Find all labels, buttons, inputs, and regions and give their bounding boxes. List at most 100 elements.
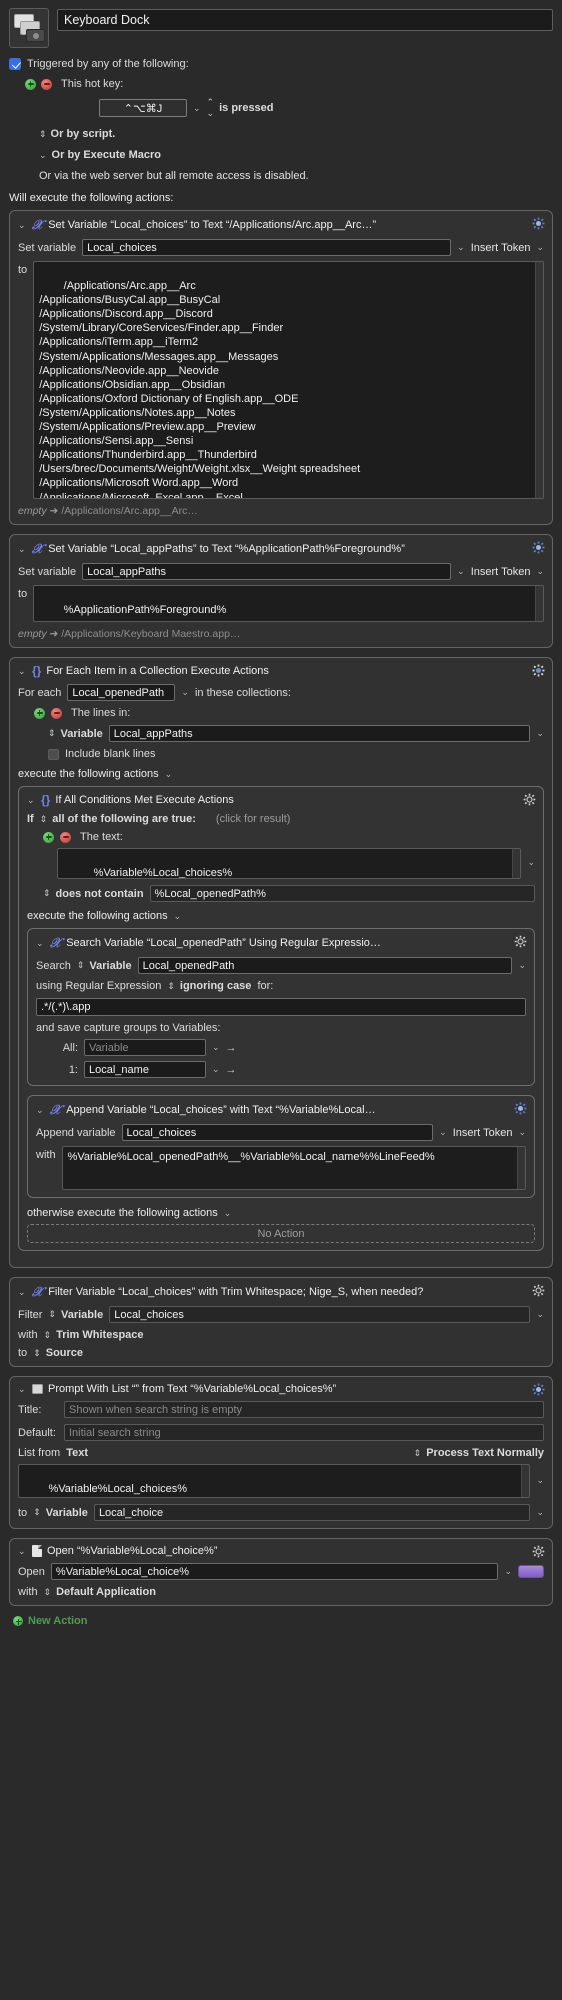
choices-textarea[interactable]: /Applications/Arc.app__Arc /Applications… — [33, 261, 544, 499]
prompt-to-kind-label[interactable]: Variable — [46, 1507, 88, 1519]
set-variable-name-input[interactable]: Local_choices — [82, 239, 452, 256]
add-condition-icon[interactable] — [43, 831, 54, 843]
insert-token-chevron-down-icon[interactable]: ⌄ — [536, 242, 544, 253]
include-blank-lines-row[interactable]: Include blank lines — [18, 748, 544, 760]
disclosure-chevron-icon[interactable]: ⌄ — [36, 1105, 45, 1116]
gear-icon[interactable] — [532, 217, 545, 230]
action-set-variable-local-apppaths[interactable]: ⌄ 𝒳 Set Variable “Local_appPaths” to Tex… — [9, 534, 553, 648]
condition-mode-stepper-icon[interactable]: ⇕ — [40, 814, 47, 825]
gear-icon[interactable] — [532, 1284, 545, 1297]
add-collection-icon[interactable] — [34, 707, 45, 719]
textarea-scrollbar[interactable] — [512, 849, 521, 878]
include-blank-lines-checkbox[interactable] — [48, 748, 59, 760]
action-set-variable-local-choices[interactable]: ⌄ 𝒳 Set Variable “Local_choices” to Text… — [9, 210, 553, 525]
action-append-variable[interactable]: ⌄ 𝒳 Append Variable “Local_choices” with… — [27, 1095, 535, 1198]
filter-variable-input[interactable]: Local_choices — [109, 1306, 531, 1323]
ignoring-case-label[interactable]: ignoring case — [180, 980, 252, 992]
disclosure-chevron-icon[interactable]: ⌄ — [18, 220, 27, 231]
macro-title-input[interactable]: Keyboard Dock — [57, 9, 553, 31]
prompt-title-input[interactable]: Shown when search string is empty — [64, 1401, 544, 1418]
hotkey-condition-stepper-icon[interactable]: ⌃ ⌄ — [207, 97, 214, 119]
hotkey-condition-label[interactable]: is pressed — [219, 102, 273, 114]
gear-icon[interactable] — [523, 793, 536, 806]
open-app-stepper-icon[interactable]: ⇕ — [44, 1587, 51, 1598]
remove-trigger-icon[interactable] — [41, 78, 52, 90]
disclosure-chevron-icon[interactable]: ⌄ — [27, 795, 36, 806]
apppaths-textarea[interactable]: %ApplicationPath%Foreground% — [33, 585, 544, 622]
source-kind-stepper-icon[interactable]: ⇕ — [48, 728, 55, 739]
capture-1-chevron-down-icon[interactable]: ⌄ — [212, 1064, 220, 1075]
gear-icon[interactable] — [532, 1383, 545, 1396]
hotkey-chevron-down-icon[interactable]: ⌄ — [193, 103, 201, 114]
ignoring-case-stepper-icon[interactable]: ⇕ — [167, 981, 174, 992]
condition-text-input[interactable]: %Variable%Local_choices% — [57, 848, 522, 879]
process-text-stepper-icon[interactable]: ⇕ — [414, 1448, 421, 1459]
condition-operand-input[interactable]: %Local_openedPath% — [149, 885, 535, 902]
variable-chevron-down-icon[interactable]: ⌄ — [457, 566, 465, 577]
script-stepper-icon[interactable]: ⇕ — [39, 129, 46, 140]
execute-chevron-down-icon[interactable]: ⌄ — [165, 769, 173, 780]
condition-operator-label[interactable]: does not contain — [56, 888, 144, 900]
action-for-each[interactable]: ⌄ {} For Each Item in a Collection Execu… — [9, 657, 553, 1268]
search-variable-chevron-down-icon[interactable]: ⌄ — [518, 960, 526, 971]
insert-token-button[interactable]: Insert Token — [471, 242, 531, 254]
add-trigger-icon[interactable] — [25, 78, 36, 90]
action-filter-variable[interactable]: ⌄ 𝒳 Filter Variable “Local_choices” with… — [9, 1277, 553, 1367]
capture-all-input[interactable]: Variable — [84, 1039, 206, 1056]
action-open[interactable]: ⌄ Open “%Variable%Local_choice%” Open %V… — [9, 1538, 553, 1606]
add-new-action-icon[interactable] — [13, 1616, 23, 1626]
no-action-placeholder[interactable]: No Action — [27, 1224, 535, 1243]
prompt-to-variable-chevron-down-icon[interactable]: ⌄ — [536, 1507, 544, 1518]
disclosure-chevron-icon[interactable]: ⌄ — [18, 666, 27, 677]
list-from-value[interactable]: Text — [66, 1447, 88, 1459]
open-app-label[interactable]: Default Application — [56, 1586, 156, 1598]
execute-macro-chevron-down-icon[interactable]: ⌄ — [39, 150, 47, 161]
operator-stepper-icon[interactable]: ⇕ — [43, 888, 50, 899]
filter-destination-stepper-icon[interactable]: ⇕ — [33, 1348, 40, 1359]
gear-icon[interactable] — [532, 1545, 545, 1558]
filter-kind-label[interactable]: Variable — [61, 1309, 103, 1321]
insert-token-button[interactable]: Insert Token — [471, 566, 531, 578]
insert-token-button[interactable]: Insert Token — [453, 1127, 513, 1139]
new-action-row[interactable]: New Action — [13, 1615, 553, 1627]
click-for-result-label[interactable]: (click for result) — [216, 813, 291, 825]
search-variable-input[interactable]: Local_openedPath — [137, 957, 513, 974]
filter-type-label[interactable]: Trim Whitespace — [56, 1329, 143, 1341]
textarea-scrollbar[interactable] — [521, 1465, 530, 1497]
textarea-scrollbar[interactable] — [535, 586, 543, 621]
prompt-to-kind-stepper-icon[interactable]: ⇕ — [33, 1507, 40, 1518]
remove-collection-icon[interactable] — [51, 707, 62, 719]
append-variable-chevron-down-icon[interactable]: ⌄ — [439, 1127, 447, 1138]
triggered-by-row[interactable]: Triggered by any of the following: — [9, 58, 553, 70]
capture-all-chevron-down-icon[interactable]: ⌄ — [212, 1042, 220, 1053]
all-true-label[interactable]: all of the following are true: — [52, 813, 196, 825]
append-variable-input[interactable]: Local_choices — [121, 1124, 434, 1141]
search-kind-stepper-icon[interactable]: ⇕ — [77, 960, 84, 971]
or-by-execute-macro-row[interactable]: ⌄ Or by Execute Macro — [9, 149, 553, 161]
open-token-chip[interactable] — [518, 1565, 544, 1578]
open-path-input[interactable]: %Variable%Local_choice% — [50, 1563, 499, 1580]
capture-1-input[interactable]: Local_name — [84, 1061, 206, 1078]
open-path-chevron-down-icon[interactable]: ⌄ — [504, 1566, 512, 1577]
remove-condition-icon[interactable] — [60, 831, 71, 843]
disclosure-chevron-icon[interactable]: ⌄ — [18, 1287, 27, 1298]
insert-token-chevron-down-icon[interactable]: ⌄ — [536, 566, 544, 577]
source-variable-chevron-down-icon[interactable]: ⌄ — [536, 728, 544, 739]
action-prompt-with-list[interactable]: ⌄ Prompt With List “” from Text “%Variab… — [9, 1376, 553, 1529]
filter-kind-stepper-icon[interactable]: ⇕ — [48, 1309, 55, 1320]
prompt-list-chevron-down-icon[interactable]: ⌄ — [536, 1464, 544, 1486]
disclosure-chevron-icon[interactable]: ⌄ — [18, 1546, 27, 1557]
filter-variable-chevron-down-icon[interactable]: ⌄ — [536, 1309, 544, 1320]
gear-icon[interactable] — [532, 664, 545, 677]
set-variable-name-input[interactable]: Local_appPaths — [82, 563, 452, 580]
gear-icon[interactable] — [514, 935, 527, 948]
for-each-chevron-down-icon[interactable]: ⌄ — [181, 687, 189, 698]
disclosure-chevron-icon[interactable]: ⌄ — [36, 938, 45, 949]
variable-chevron-down-icon[interactable]: ⌄ — [457, 242, 465, 253]
source-kind-label[interactable]: Variable — [61, 728, 103, 740]
for-each-variable-input[interactable]: Local_openedPath — [67, 684, 176, 701]
filter-type-stepper-icon[interactable]: ⇕ — [44, 1330, 51, 1341]
prompt-default-input[interactable]: Initial search string — [64, 1424, 544, 1441]
disclosure-chevron-icon[interactable]: ⌄ — [18, 544, 27, 555]
search-kind-label[interactable]: Variable — [89, 960, 131, 972]
